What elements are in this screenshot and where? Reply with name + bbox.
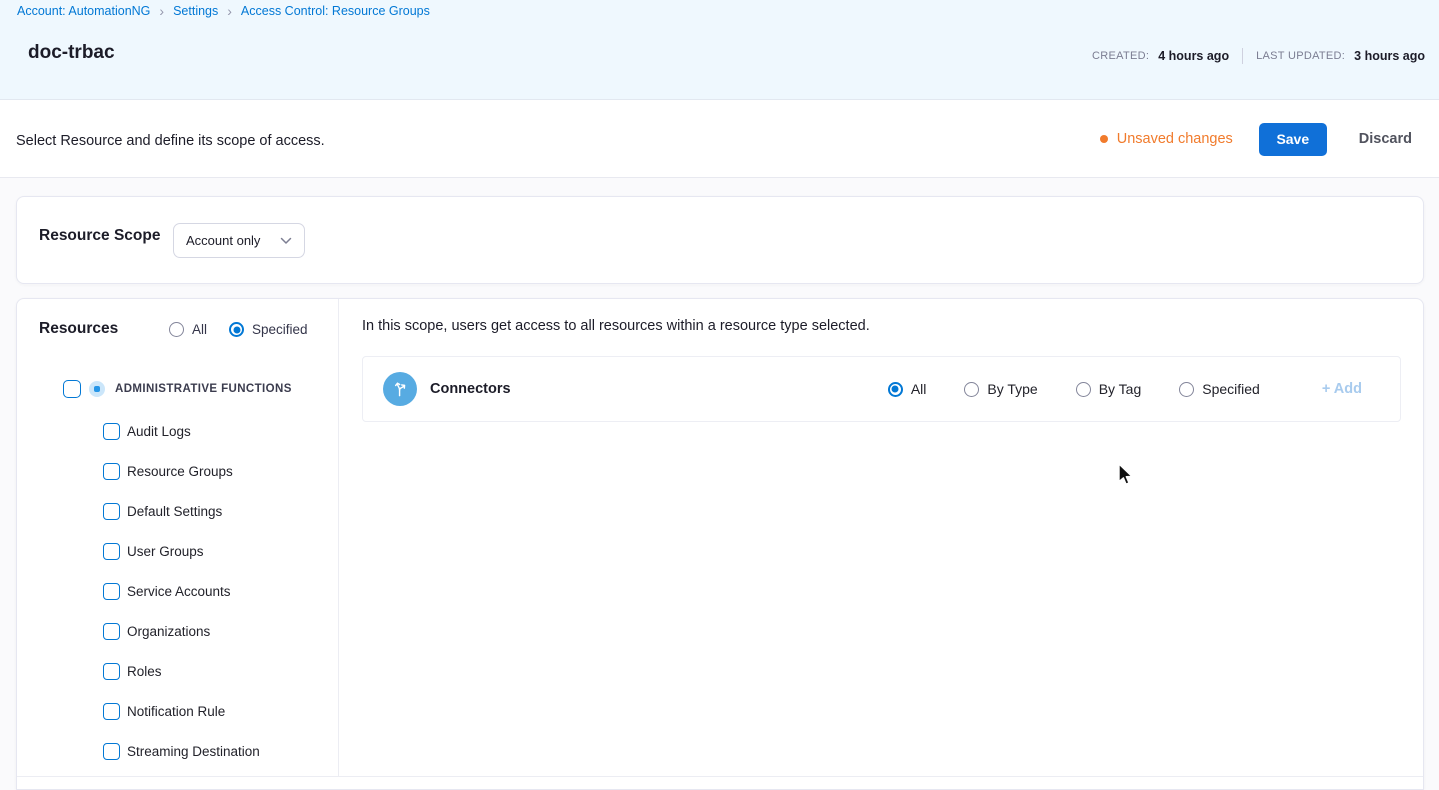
resources-label: Resources	[39, 320, 119, 337]
default-settings-label: Default Settings	[127, 503, 223, 519]
connectors-label: Connectors	[430, 381, 511, 397]
group-indicator-icon	[89, 381, 105, 397]
toolbar-description: Select Resource and define its scope of …	[16, 133, 325, 149]
resource-groups-checkbox[interactable]	[103, 462, 120, 480]
radio-unselected-icon[interactable]	[1179, 381, 1195, 397]
scope-info-text: In this scope, users get access to all r…	[362, 318, 870, 334]
connectors-radio-all[interactable]: All	[887, 381, 927, 397]
list-item: Roles	[103, 651, 260, 691]
radio-unselected-icon[interactable]	[1075, 381, 1091, 397]
audit-logs-checkbox[interactable]	[103, 422, 120, 440]
breadcrumb-settings-link[interactable]: Settings	[173, 4, 218, 18]
streaming-destination-label: Streaming Destination	[127, 743, 260, 759]
resource-group-administrative-functions: ADMINISTRATIVE FUNCTIONS	[63, 380, 292, 398]
list-item: Default Settings	[103, 491, 260, 531]
list-item: Audit Logs	[103, 411, 260, 451]
connectors-radio-by-type-label: By Type	[987, 381, 1038, 397]
connectors-radio-specified[interactable]: Specified	[1179, 381, 1260, 397]
meta-divider	[1242, 48, 1244, 64]
breadcrumb-resource-groups-link[interactable]: Access Control: Resource Groups	[241, 4, 430, 18]
administrative-functions-label: ADMINISTRATIVE FUNCTIONS	[115, 383, 292, 395]
connectors-radio-by-tag-label: By Tag	[1098, 381, 1142, 397]
radio-selected-icon[interactable]	[229, 322, 245, 337]
page-header: Account: AutomationNG › Settings › Acces…	[0, 0, 1439, 100]
resources-radio-specified[interactable]: Specified	[229, 322, 308, 337]
resources-radio-all-label: All	[192, 322, 208, 337]
notification-rule-checkbox[interactable]	[103, 702, 120, 720]
breadcrumb-account-link[interactable]: Account: AutomationNG	[17, 4, 150, 18]
unsaved-changes-label: Unsaved changes	[1116, 131, 1233, 147]
breadcrumb-separator-icon: ›	[159, 3, 165, 19]
resource-scope-card: Resource Scope Account only	[16, 196, 1424, 284]
page-title: doc-trbac	[28, 42, 115, 63]
list-item: Streaming Destination	[103, 731, 260, 771]
created-label: CREATED:	[1092, 50, 1150, 62]
notification-rule-label: Notification Rule	[127, 703, 226, 719]
audit-logs-label: Audit Logs	[127, 423, 191, 439]
organizations-checkbox[interactable]	[103, 622, 120, 640]
resources-radio-specified-label: Specified	[252, 322, 308, 337]
list-item: Organizations	[103, 611, 260, 651]
list-item: Resource Groups	[103, 451, 260, 491]
radio-unselected-icon[interactable]	[169, 322, 184, 337]
resource-scope-selected-value: Account only	[186, 233, 261, 248]
connectors-access-radio-group: All By Type By Tag Specified + Add	[887, 381, 1362, 397]
breadcrumb: Account: AutomationNG › Settings › Acces…	[17, 4, 430, 18]
add-button[interactable]: + Add	[1322, 381, 1362, 397]
card-bottom-divider	[17, 776, 1423, 777]
created-value: 4 hours ago	[1158, 49, 1230, 63]
resources-radio-all[interactable]: All	[169, 322, 207, 337]
user-groups-checkbox[interactable]	[103, 542, 120, 560]
service-accounts-checkbox[interactable]	[103, 582, 120, 600]
organizations-label: Organizations	[127, 623, 211, 639]
resource-scope-dropdown[interactable]: Account only	[173, 223, 305, 258]
chevron-down-icon	[280, 237, 292, 245]
toolbar: Select Resource and define its scope of …	[0, 100, 1439, 178]
connectors-radio-specified-label: Specified	[1202, 381, 1260, 397]
list-item: Service Accounts	[103, 571, 260, 611]
resources-scope-radio-group: All Specified	[169, 322, 308, 337]
radio-unselected-icon[interactable]	[964, 381, 980, 397]
administrative-functions-checkbox[interactable]	[63, 380, 81, 398]
last-updated-label: LAST UPDATED:	[1256, 50, 1346, 62]
last-updated-value: 3 hours ago	[1354, 49, 1425, 63]
header-meta: CREATED: 4 hours ago LAST UPDATED: 3 hou…	[1092, 48, 1425, 64]
roles-label: Roles	[127, 663, 162, 679]
radio-selected-icon[interactable]	[887, 381, 903, 397]
resource-scope-label: Resource Scope	[39, 227, 161, 244]
resource-type-list: Audit Logs Resource Groups Default Setti…	[103, 411, 260, 771]
connectors-radio-all-label: All	[910, 381, 927, 397]
list-item: Notification Rule	[103, 691, 260, 731]
connectors-radio-by-tag[interactable]: By Tag	[1075, 381, 1142, 397]
toolbar-actions: Unsaved changes Save Discard	[1099, 100, 1412, 178]
resource-groups-label: Resource Groups	[127, 463, 233, 479]
user-groups-label: User Groups	[127, 543, 204, 559]
default-settings-checkbox[interactable]	[103, 502, 120, 520]
panel-divider	[338, 299, 339, 776]
connectors-fork-arrows-icon	[383, 372, 417, 406]
discard-button[interactable]: Discard	[1359, 131, 1412, 147]
unsaved-changes-dot-icon	[1099, 135, 1108, 143]
resources-card: Resources All Specified ADMINISTRATIVE F…	[16, 298, 1424, 790]
connectors-radio-by-type[interactable]: By Type	[964, 381, 1038, 397]
breadcrumb-separator-icon: ›	[227, 3, 232, 19]
service-accounts-label: Service Accounts	[127, 583, 231, 599]
roles-checkbox[interactable]	[103, 662, 120, 680]
streaming-destination-checkbox[interactable]	[103, 742, 120, 760]
save-button[interactable]: Save	[1258, 122, 1327, 156]
connectors-row: Connectors All By Type By Tag Specified …	[362, 356, 1401, 422]
list-item: User Groups	[103, 531, 260, 571]
